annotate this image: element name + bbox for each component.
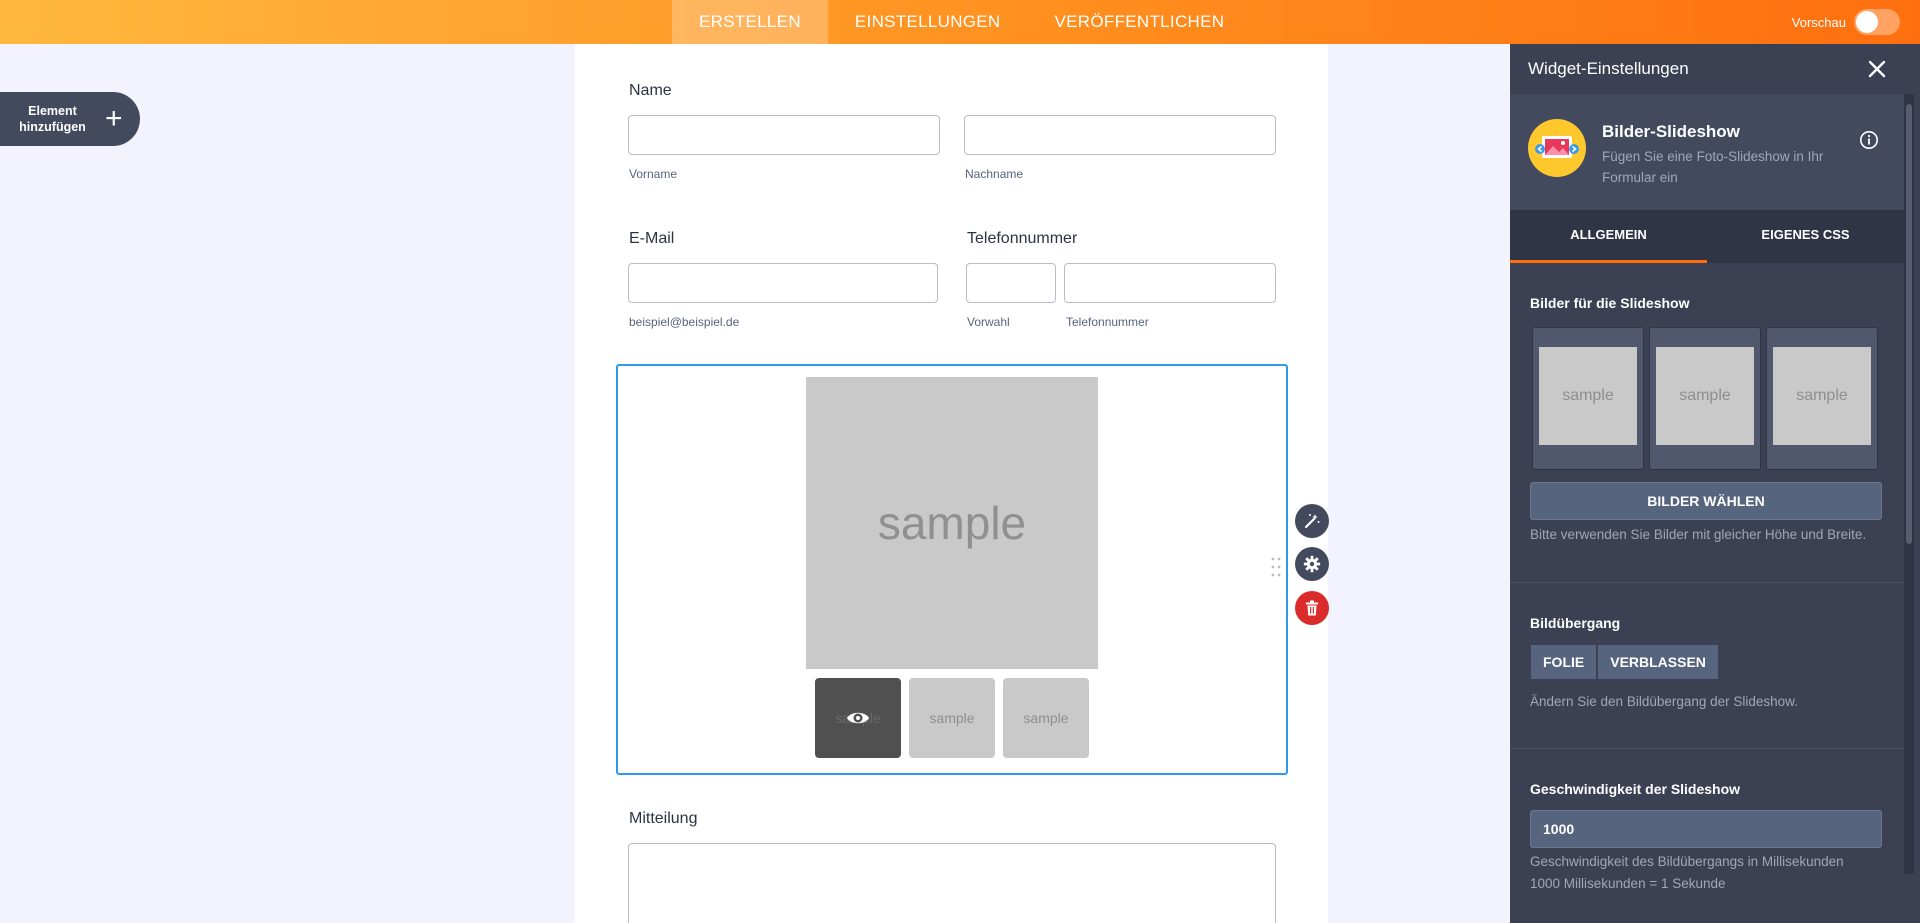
plus-icon: +	[105, 102, 123, 135]
wand-button[interactable]	[1295, 504, 1329, 538]
phone-number-input[interactable]	[1064, 263, 1276, 303]
first-name-sublabel: Vorname	[629, 167, 678, 181]
toggle-knob	[1856, 11, 1878, 33]
images-section-title: Bilder für die Slideshow	[1530, 295, 1690, 311]
add-element-label-line1: Element	[28, 104, 77, 118]
eye-icon	[847, 712, 869, 724]
preview-control: Vorschau	[1792, 0, 1900, 44]
panel-title: Widget-Einstellungen	[1528, 59, 1689, 78]
tab-einstellungen[interactable]: EINSTELLUNGEN	[828, 0, 1028, 44]
tab-erstellen[interactable]: ERSTELLEN	[672, 0, 828, 44]
delete-button[interactable]	[1295, 591, 1329, 625]
transition-option-folie[interactable]: FOLIE	[1530, 644, 1598, 680]
section-divider	[1510, 582, 1904, 583]
transition-section-title: Bildübergang	[1530, 615, 1621, 631]
info-icon[interactable]	[1859, 130, 1879, 150]
add-element-button[interactable]: Element hinzufügen +	[0, 92, 140, 146]
slideshow-thumb-2[interactable]: sample	[909, 678, 995, 758]
main-tabs: ERSTELLEN EINSTELLUNGEN VERÖFFENTLICHEN	[672, 0, 1251, 44]
first-name-input[interactable]	[628, 115, 940, 155]
area-code-sublabel: Vorwahl	[967, 315, 1010, 329]
panel-scrollbar-thumb[interactable]	[1906, 104, 1912, 544]
image-card-2-preview: sample	[1656, 347, 1754, 445]
section-divider	[1510, 748, 1904, 749]
slideshow-main-image: sample	[806, 377, 1098, 669]
gear-icon	[1303, 555, 1321, 573]
panel-tabs: ALLGEMEIN EIGENES CSS	[1510, 210, 1904, 263]
last-name-sublabel: Nachname	[965, 167, 1024, 181]
settings-button[interactable]	[1295, 547, 1329, 581]
slideshow-image-card-3[interactable]: sample	[1766, 327, 1878, 470]
image-card-1-preview: sample	[1539, 347, 1637, 445]
add-element-label-line2: hinzufügen	[19, 120, 86, 134]
add-element-label: Element hinzufügen	[0, 103, 105, 135]
transition-hint: Ändern Sie den Bildübergang der Slidesho…	[1530, 694, 1798, 709]
slideshow-logo-icon	[1528, 119, 1586, 177]
speed-hint-1: Geschwindigkeit des Bildübergangs in Mil…	[1530, 854, 1844, 869]
top-bar: ERSTELLEN EINSTELLUNGEN VERÖFFENTLICHEN …	[0, 0, 1920, 44]
last-name-input[interactable]	[964, 115, 1276, 155]
close-icon[interactable]	[1864, 56, 1890, 82]
image-card-3-preview: sample	[1773, 347, 1871, 445]
widget-description: Fügen Sie eine Foto-Slideshow in Ihr For…	[1602, 149, 1824, 185]
phone-number-sublabel: Telefonnummer	[1066, 315, 1149, 329]
transition-selector: FOLIE VERBLASSEN	[1530, 644, 1719, 680]
email-label: E-Mail	[629, 230, 675, 247]
drag-handle-icon[interactable]	[1270, 556, 1282, 578]
transition-option-verblassen[interactable]: VERBLASSEN	[1597, 644, 1719, 680]
slideshow-thumb-1[interactable]: sample	[815, 678, 901, 758]
speed-hint-2: 1000 Millisekunden = 1 Sekunde	[1530, 876, 1726, 891]
tab-allgemein[interactable]: ALLGEMEIN	[1510, 210, 1707, 263]
speed-section-title: Geschwindigkeit der Slideshow	[1530, 781, 1741, 797]
phone-label: Telefonnummer	[967, 230, 1078, 247]
preview-label: Vorschau	[1791, 14, 1846, 30]
wand-icon	[1304, 514, 1320, 529]
slideshow-thumb-3[interactable]: sample	[1003, 678, 1089, 758]
email-input[interactable]	[628, 263, 938, 303]
speed-input[interactable]	[1530, 810, 1882, 848]
trash-icon	[1306, 600, 1318, 616]
slideshow-image-card-2[interactable]: sample	[1649, 327, 1761, 470]
tab-veroeffentlichen[interactable]: VERÖFFENTLICHEN	[1028, 0, 1252, 44]
widget-settings-panel: Widget-Einstellungen Bilder-Slideshow Fü…	[1510, 44, 1920, 923]
widget-name: Bilder-Slideshow	[1602, 122, 1740, 141]
message-textarea[interactable]	[628, 843, 1276, 923]
preview-toggle[interactable]	[1854, 9, 1900, 35]
tab-eigenes-css[interactable]: EIGENES CSS	[1707, 210, 1904, 263]
choose-images-button[interactable]: BILDER WÄHLEN	[1530, 482, 1882, 520]
images-hint: Bitte verwenden Sie Bilder mit gleicher …	[1530, 527, 1867, 542]
name-label: Name	[629, 82, 672, 99]
message-label: Mitteilung	[629, 810, 698, 827]
slideshow-image-card-1[interactable]: sample	[1532, 327, 1644, 470]
email-sublabel: beispiel@beispiel.de	[629, 315, 740, 329]
area-code-input[interactable]	[966, 263, 1056, 303]
